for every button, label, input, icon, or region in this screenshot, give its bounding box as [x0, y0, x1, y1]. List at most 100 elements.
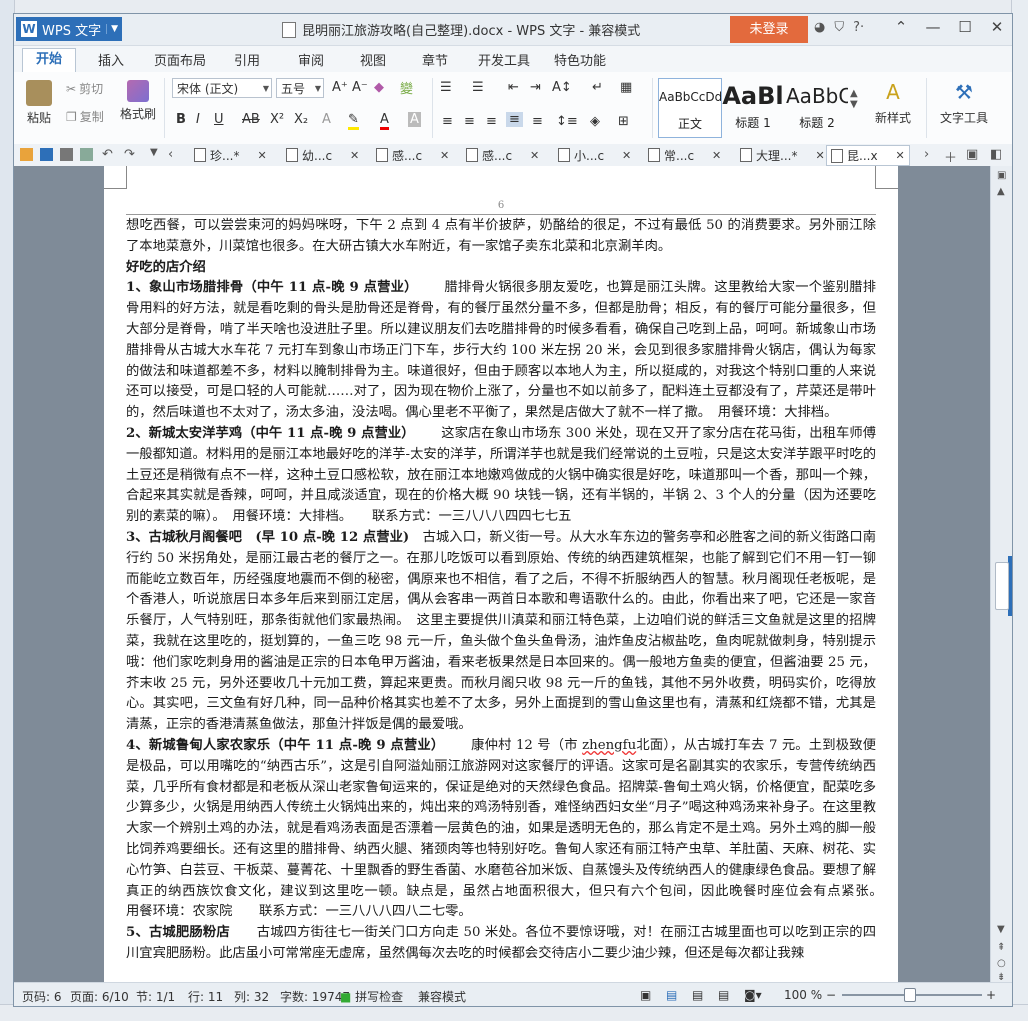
close-icon[interactable]: ✕ — [712, 149, 721, 162]
tab-chapter[interactable]: 章节 — [422, 50, 448, 69]
spellcheck-word[interactable]: zhengfu — [582, 738, 636, 753]
maximize-icon[interactable]: ☐ — [956, 18, 974, 36]
styles-scroll-icon[interactable]: ▲ ▼ — [850, 88, 858, 110]
cut-button[interactable]: ✂ 剪切 — [66, 80, 103, 97]
doc-tab-active[interactable]: 昆...x ✕ — [826, 145, 910, 166]
grow-font-icon[interactable]: A⁺ — [332, 80, 348, 95]
prev-page-icon[interactable]: ⇞ — [997, 942, 1005, 953]
font-color-icon[interactable]: A — [380, 112, 389, 130]
close-icon[interactable]: ✕ — [622, 149, 631, 162]
doc-tab[interactable]: 珍...* ✕ — [194, 147, 267, 163]
ruler-toggle-icon[interactable]: ▣ — [997, 170, 1006, 181]
doc-tab[interactable]: 感...c ✕ — [466, 147, 539, 163]
tab-references[interactable]: 引用 — [234, 50, 260, 69]
style-heading-1[interactable]: AaBl 标题 1 — [722, 78, 784, 136]
outdent-icon[interactable]: ⇤ — [508, 80, 519, 95]
help-icon[interactable]: ?· — [853, 20, 864, 35]
text-tools-button[interactable]: ⚒ 文字工具 — [932, 76, 996, 126]
tab-list-icon[interactable]: ▣ — [966, 147, 978, 162]
skin-icon[interactable]: ◕ — [814, 20, 825, 35]
style-normal[interactable]: AaBbCcDd 正文 — [658, 78, 722, 138]
focus-mode-icon[interactable]: ▣ — [640, 988, 651, 1002]
save-icon[interactable] — [40, 148, 53, 161]
print-icon[interactable] — [60, 148, 73, 161]
login-button[interactable]: 未登录 — [730, 16, 808, 43]
tab-developer[interactable]: 开发工具 — [478, 50, 530, 69]
scroll-up-icon[interactable]: ▲ — [997, 186, 1005, 197]
align-justify-icon[interactable]: ≡ — [506, 112, 523, 127]
close-icon[interactable]: ✕ — [440, 149, 449, 162]
close-icon[interactable]: ✕ — [350, 149, 359, 162]
underline-icon[interactable]: U — [214, 112, 224, 127]
tab-page-layout[interactable]: 页面布局 — [154, 50, 206, 69]
redo-icon[interactable]: ↷ — [124, 147, 135, 162]
window-mode-icon[interactable]: ◧ — [990, 147, 1002, 162]
bold-icon[interactable]: B — [176, 112, 186, 127]
select-browse-icon[interactable]: ○ — [997, 958, 1006, 969]
close-icon[interactable]: ✕ — [988, 18, 1006, 36]
paste-button[interactable]: 粘贴 — [20, 76, 58, 126]
numbering-icon[interactable]: ☰ — [472, 80, 484, 95]
chevron-right-icon[interactable]: › — [924, 147, 929, 162]
undo-icon[interactable]: ↶ — [102, 147, 113, 162]
doc-tab[interactable]: 常...c ✕ — [648, 147, 721, 163]
doc-tab[interactable]: 小...c ✕ — [558, 147, 631, 163]
subscript-icon[interactable]: X₂ — [294, 112, 308, 127]
tab-view[interactable]: 视图 — [360, 50, 386, 69]
strikethrough-icon[interactable]: AB — [242, 112, 260, 127]
indent-icon[interactable]: ⇥ — [530, 80, 541, 95]
page-view-icon[interactable]: ▤ — [666, 988, 677, 1002]
document-body[interactable]: 想吃西餐，可以尝尝束河的妈妈咪呀，下午 2 点到 4 点有半价披萨，奶酪给的很足… — [126, 216, 903, 965]
italic-icon[interactable]: I — [196, 112, 200, 127]
clear-format-icon[interactable]: ◆ — [374, 80, 384, 95]
new-tab-icon[interactable]: ＋ — [944, 147, 957, 166]
close-icon[interactable]: ✕ — [530, 149, 539, 162]
align-left-icon[interactable]: ≡ — [442, 114, 453, 129]
align-center-icon[interactable]: ≡ — [464, 114, 475, 129]
char-shading-icon[interactable]: A — [408, 112, 421, 127]
table-icon[interactable]: ▦ — [620, 80, 632, 95]
bullets-icon[interactable]: ☰ — [440, 80, 452, 95]
phonetic-icon[interactable]: 變 — [400, 78, 413, 97]
status-pages[interactable]: 页面: 6/10 — [70, 988, 129, 1005]
line-spacing-icon[interactable]: ↕≡ — [556, 114, 578, 129]
zoom-in-icon[interactable]: + — [986, 988, 996, 1002]
font-size-select[interactable]: 五号 ▼ — [276, 78, 324, 98]
outline-view-icon[interactable]: ▤ — [692, 988, 703, 1002]
doc-tab[interactable]: 感...c ✕ — [376, 147, 449, 163]
sort-icon[interactable]: A↕ — [552, 80, 572, 95]
style-heading-2[interactable]: AaBbC 标题 2 — [786, 78, 848, 136]
tab-home[interactable]: 开始 — [22, 48, 76, 73]
reading-mode-icon[interactable]: ◙▾ — [744, 988, 762, 1002]
shrink-font-icon[interactable]: A⁻ — [352, 80, 368, 95]
font-name-select[interactable]: 宋体 (正文) ▼ — [172, 78, 272, 98]
format-painter-button[interactable]: 格式刷 — [116, 76, 160, 122]
preview-icon[interactable] — [80, 148, 93, 161]
scroll-down-icon[interactable]: ▼ — [997, 924, 1005, 935]
minimize-icon[interactable]: — — [924, 18, 942, 36]
shirt-icon[interactable]: ⛉ — [834, 20, 844, 35]
text-effect-icon[interactable]: A — [322, 112, 331, 127]
new-style-button[interactable]: A 新样式 — [866, 76, 920, 126]
close-icon[interactable]: ✕ — [257, 149, 266, 162]
doc-tab[interactable]: 幼...c ✕ — [286, 147, 359, 163]
close-icon[interactable]: ✕ — [896, 149, 905, 162]
tab-special[interactable]: 特色功能 — [554, 50, 606, 69]
superscript-icon[interactable]: X² — [270, 112, 284, 127]
web-view-icon[interactable]: ▤ — [718, 988, 729, 1002]
borders-icon[interactable]: ⊞ — [618, 114, 629, 129]
distributed-icon[interactable]: ≡ — [532, 114, 543, 129]
tab-insert[interactable]: 插入 — [98, 50, 124, 69]
open-icon[interactable] — [20, 148, 33, 161]
copy-button[interactable]: ❐ 复制 — [66, 108, 104, 125]
zoom-out-icon[interactable]: − — [826, 988, 836, 1002]
tab-review[interactable]: 审阅 — [298, 50, 324, 69]
zoom-level[interactable]: 100 % — [784, 988, 822, 1002]
app-menu-button[interactable]: W WPS 文字 ▼ — [16, 17, 122, 41]
restore-ribbon-icon[interactable]: ⌃ — [892, 18, 910, 36]
spellcheck-toggle[interactable]: ■ 拼写检查 — [340, 988, 403, 1005]
vertical-scrollbar[interactable]: ▣ ▲ ▼ ⇞ ○ ⇟ — [990, 166, 1012, 983]
doc-tab[interactable]: 大理...* ✕ — [740, 147, 825, 163]
chevron-down-icon[interactable]: ▼ — [150, 147, 158, 158]
align-right-icon[interactable]: ≡ — [486, 114, 497, 129]
